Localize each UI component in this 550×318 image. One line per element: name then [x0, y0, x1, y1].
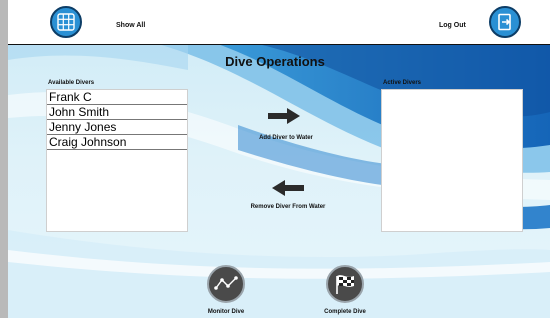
remove-diver-button[interactable]	[272, 180, 304, 196]
page-title: Dive Operations	[225, 54, 325, 69]
line-graph-icon	[214, 276, 238, 290]
list-item[interactable]: Frank C	[47, 90, 187, 105]
complete-dive-button[interactable]	[326, 265, 364, 303]
list-item[interactable]: Craig Johnson	[47, 135, 187, 150]
list-item[interactable]: John Smith	[47, 105, 187, 120]
add-diver-button[interactable]	[268, 108, 300, 124]
app-frame: Show All Log Out Dive Operations Availab…	[0, 0, 550, 318]
add-diver-label[interactable]: Add Diver to Water	[240, 134, 332, 142]
list-item[interactable]: Jenny Jones	[47, 120, 187, 135]
grid-icon	[57, 13, 75, 31]
exit-door-icon	[498, 13, 511, 31]
complete-dive-label[interactable]: Complete Dive	[315, 309, 375, 315]
active-divers-list[interactable]	[381, 89, 523, 232]
arrow-right-icon	[268, 108, 300, 124]
available-divers-list[interactable]: Frank C John Smith Jenny Jones Craig Joh…	[46, 89, 188, 232]
monitor-dive-button[interactable]	[207, 265, 245, 303]
checkered-flag-icon	[336, 275, 354, 294]
show-all-link[interactable]: Show All	[116, 22, 145, 29]
menu-button[interactable]	[50, 6, 82, 38]
top-bar: Show All Log Out	[8, 0, 550, 45]
remove-diver-label[interactable]: Remove Diver From Water	[248, 203, 328, 211]
arrow-left-icon	[272, 180, 304, 196]
monitor-dive-label[interactable]: Monitor Dive	[196, 309, 256, 315]
active-divers-label: Active Divers	[383, 80, 422, 86]
available-divers-label: Available Divers	[48, 80, 95, 86]
log-out-button[interactable]	[489, 6, 521, 38]
log-out-link[interactable]: Log Out	[439, 22, 466, 29]
